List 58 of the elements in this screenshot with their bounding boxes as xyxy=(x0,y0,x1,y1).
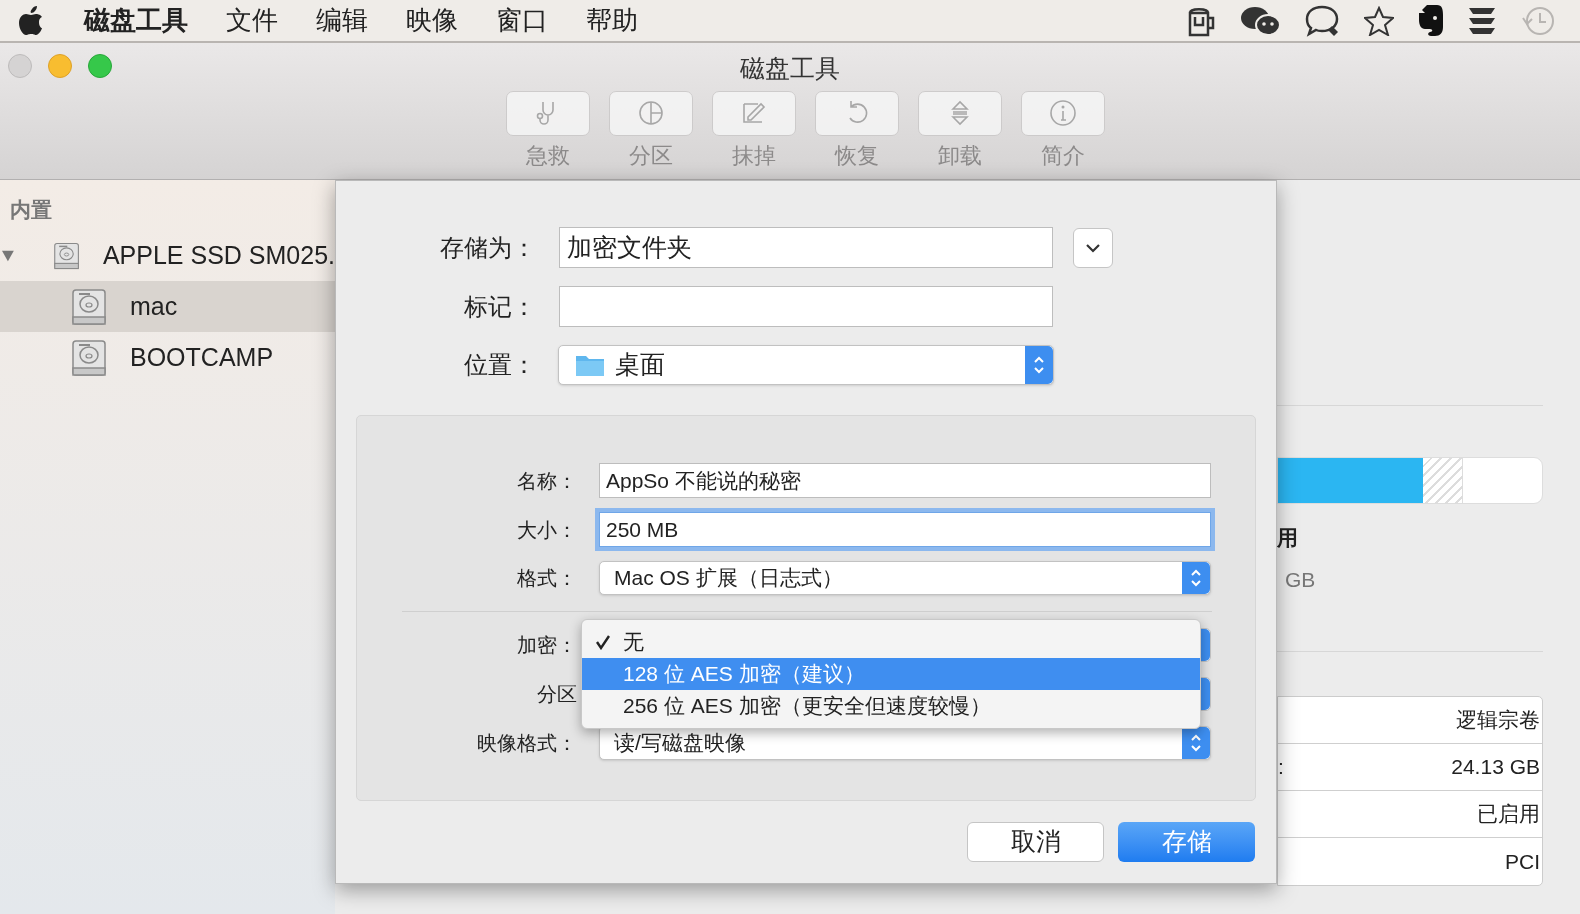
field-label: 位置： xyxy=(463,350,536,380)
menu-item[interactable]: 文件 xyxy=(226,1,278,40)
tags-field[interactable] xyxy=(559,286,1053,327)
menu-option[interactable]: 256 位 AES 加密（更安全但速度较慢） xyxy=(582,690,1200,722)
zoom-button[interactable] xyxy=(88,54,112,78)
sidebar-item[interactable]: mac xyxy=(0,281,335,332)
sidebar-item[interactable]: BOOTCAMP xyxy=(0,332,335,383)
menu-item[interactable]: 映像 xyxy=(406,1,458,40)
cancel-button[interactable]: 取消 xyxy=(967,822,1104,862)
location-popup[interactable]: 桌面 xyxy=(558,345,1054,385)
sidebar-item[interactable]: APPLE SSD SM025. xyxy=(0,230,335,281)
format-popup[interactable]: Mac OS 扩展（日志式） xyxy=(599,561,1211,595)
apple-logo-icon[interactable] xyxy=(18,5,44,36)
chat-bubbles-icon[interactable] xyxy=(1240,4,1282,37)
elephant-icon[interactable] xyxy=(1416,3,1444,38)
window-title: 磁盘工具 xyxy=(740,53,840,84)
info-value: 已启用 xyxy=(1477,801,1540,828)
toolbar-label: 分区 xyxy=(628,141,673,170)
field-label: 映像格式： xyxy=(476,731,577,756)
size-field[interactable]: 250 MB xyxy=(599,512,1211,547)
field-label: 名称： xyxy=(516,468,577,494)
name-field[interactable]: AppSo 不能说的秘密 xyxy=(599,463,1211,498)
toolbar-label: 急救 xyxy=(525,141,570,170)
disclosure-triangle-icon[interactable] xyxy=(2,248,14,263)
toolbar-label: 恢复 xyxy=(834,141,879,170)
save-as-field[interactable]: 加密文件夹 xyxy=(559,227,1053,268)
field-label: 存储为： xyxy=(439,232,536,263)
info-value: PCI xyxy=(1505,848,1540,875)
field-label: 格式： xyxy=(516,566,577,591)
info-value: 24.13 GB xyxy=(1451,754,1540,781)
stepper-icon xyxy=(1182,562,1210,594)
menu-item[interactable]: 窗口 xyxy=(496,1,548,40)
app-menu[interactable]: 磁盘工具 xyxy=(84,1,188,40)
menu-item[interactable]: 编辑 xyxy=(316,1,368,40)
info-label: : xyxy=(1278,754,1284,781)
checkmark-icon xyxy=(594,634,611,650)
available-label: 用 xyxy=(1277,525,1299,551)
stepper-icon xyxy=(1025,346,1053,384)
expand-button[interactable] xyxy=(1073,227,1113,268)
toolbar-label: 简介 xyxy=(1040,141,1085,170)
field-label: 加密： xyxy=(516,633,577,658)
chevron-down-icon xyxy=(1085,242,1101,253)
available-value: GB xyxy=(1285,566,1317,593)
field-label: 大小： xyxy=(516,517,577,543)
toolbar-label: 抹掉 xyxy=(731,141,776,170)
star-icon[interactable] xyxy=(1364,5,1394,36)
sidebar-section-title: 内置 xyxy=(10,197,53,223)
minimize-button[interactable] xyxy=(48,54,72,78)
close-button[interactable] xyxy=(8,54,32,78)
stacked-layers-icon[interactable] xyxy=(1466,5,1498,36)
info-value: 逻辑宗卷 xyxy=(1456,707,1540,734)
menu-option[interactable]: 无 xyxy=(582,626,1200,658)
info-icon xyxy=(1047,98,1078,128)
field-label: 标记： xyxy=(463,291,536,322)
toolbar-label: 卸载 xyxy=(937,141,982,170)
menu-item[interactable]: 帮助 xyxy=(586,1,638,40)
folder-icon xyxy=(575,353,605,377)
field-label: 分区 xyxy=(536,682,577,707)
